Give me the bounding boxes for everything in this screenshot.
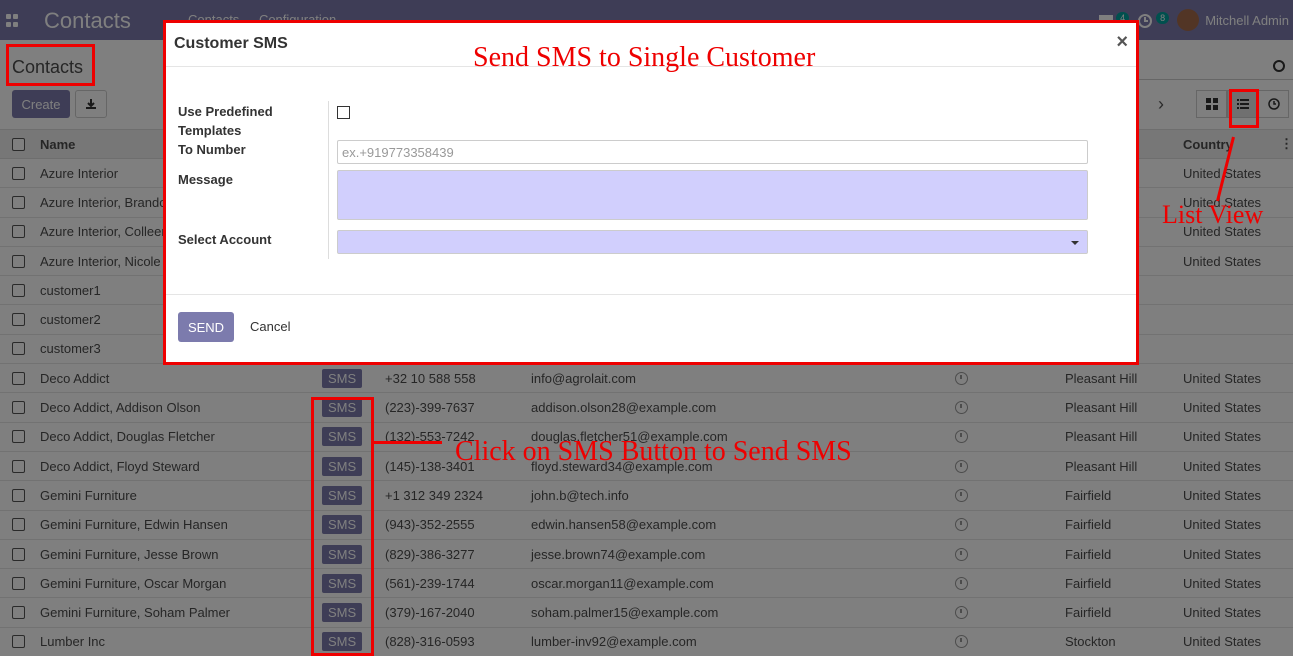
sms-pointer-line — [374, 441, 442, 444]
breadcrumb-highlight-box — [6, 44, 95, 86]
annotation-single-customer: Send SMS to Single Customer — [473, 42, 816, 73]
annotation-click-sms: Click on SMS Button to Send SMS — [455, 436, 852, 467]
annotation-list-view: List View — [1162, 200, 1264, 229]
list-view-highlight-box — [1229, 89, 1259, 128]
sms-column-highlight-box — [311, 397, 374, 656]
